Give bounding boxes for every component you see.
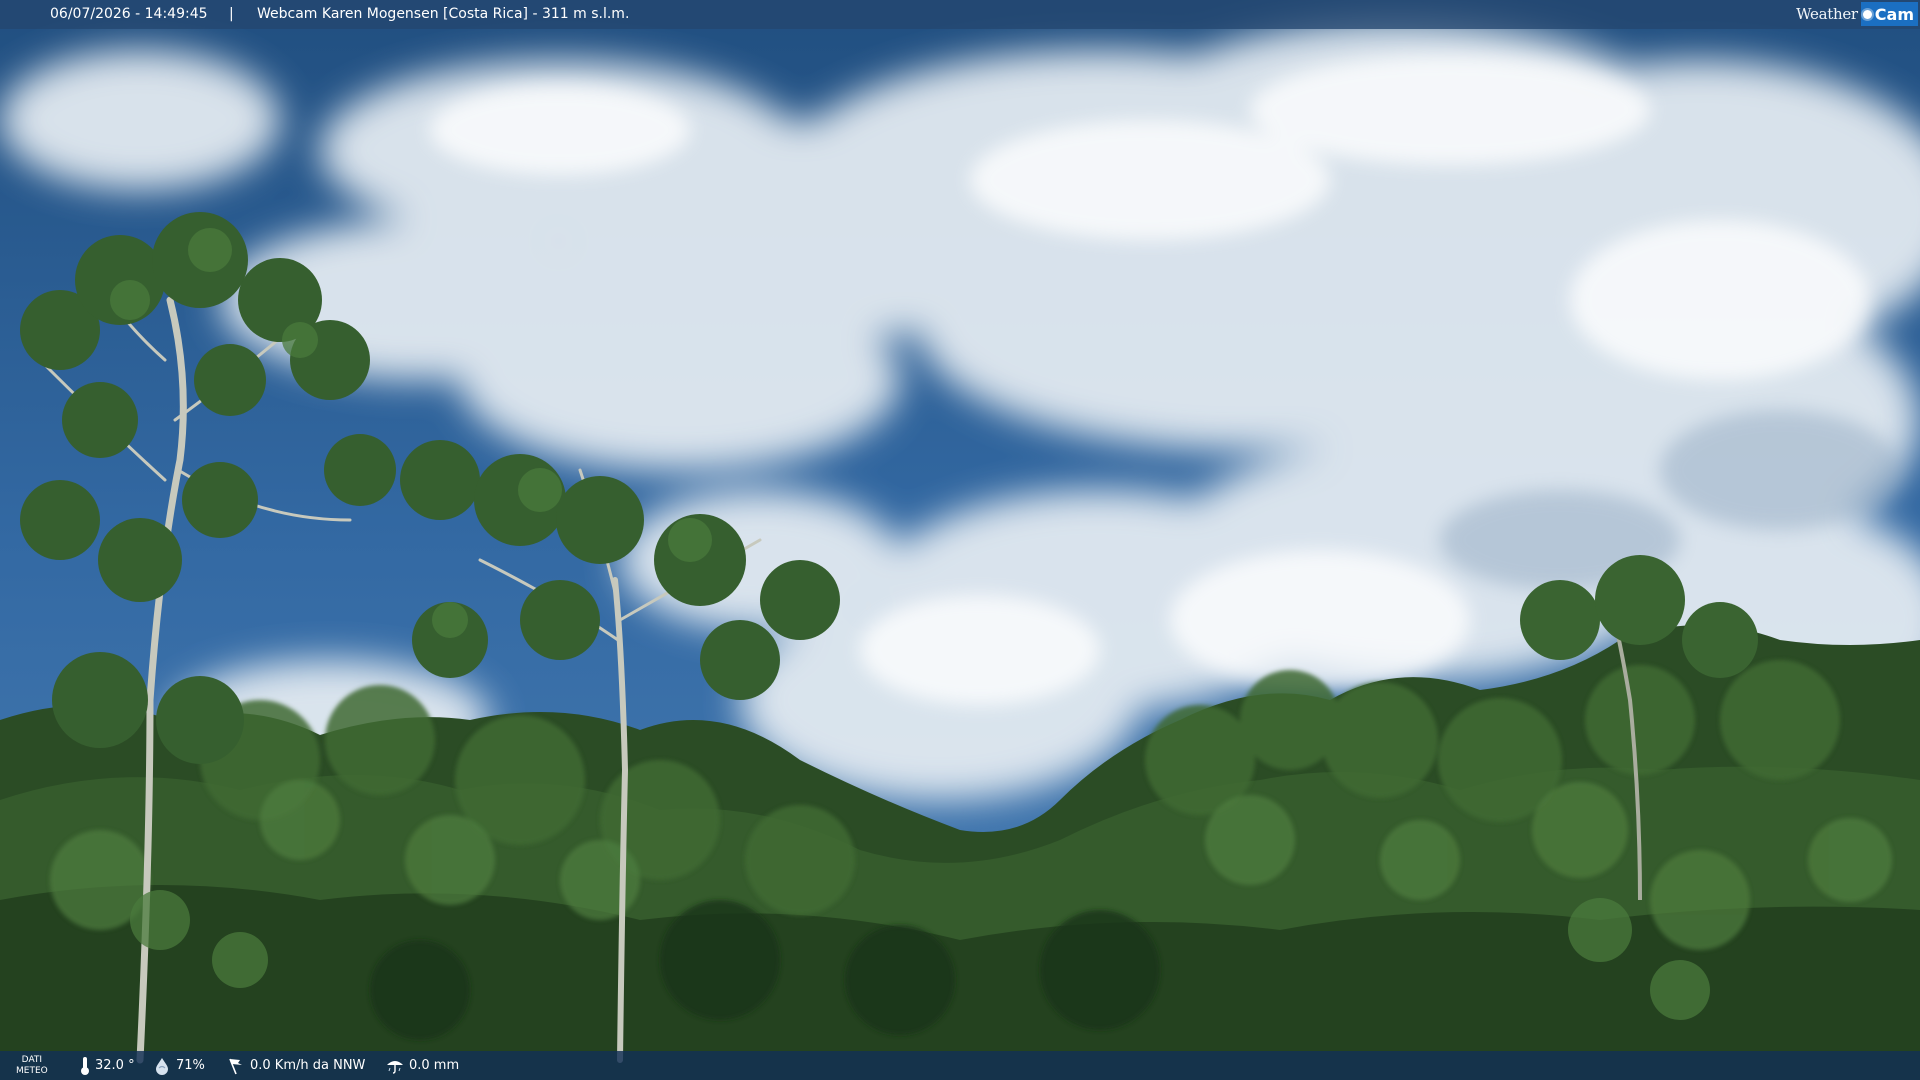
logo-cam-text: Cam — [1874, 4, 1914, 24]
humidity-drop-icon — [156, 1057, 168, 1075]
dati-label-line2: METEO — [16, 1065, 48, 1076]
webcam-viewport: 06/07/2026 - 14:49:45 | Webcam Karen Mog… — [0, 0, 1920, 1080]
rain-reading: 0.0 mm — [386, 1051, 459, 1080]
rain-umbrella-icon — [387, 1060, 403, 1074]
sun-icon — [1862, 9, 1872, 19]
thermometer-icon — [81, 1056, 89, 1075]
rain-value: 0.0 mm — [409, 1058, 460, 1073]
humidity-reading: 71% — [153, 1051, 205, 1080]
timestamp: 06/07/2026 - 14:49:45 — [50, 6, 208, 22]
webcam-image — [0, 0, 1920, 1080]
humidity-value: 71% — [176, 1058, 205, 1073]
wind-flag-icon — [229, 1058, 242, 1074]
dati-meteo-label: DATI METEO — [16, 1051, 48, 1080]
logo-cam-badge: Cam — [1860, 2, 1918, 26]
temperature-value: 32.0 ° — [95, 1058, 135, 1073]
wind-reading: 0.0 Km/h da NNW — [227, 1051, 365, 1080]
weathercam-logo[interactable]: Weather Cam — [1796, 2, 1918, 26]
temperature-reading: 32.0 ° — [80, 1051, 135, 1080]
dati-label-line1: DATI — [21, 1054, 43, 1065]
top-info-bar: 06/07/2026 - 14:49:45 | Webcam Karen Mog… — [0, 0, 1920, 29]
wind-value: 0.0 Km/h da NNW — [250, 1058, 366, 1073]
separator: | — [229, 6, 234, 22]
logo-weather-text: Weather — [1796, 4, 1858, 23]
weather-data-bar: DATI METEO 32.0 ° 71% 0.0 Km/h da NNW 0.… — [0, 1051, 1920, 1080]
camera-label: Webcam Karen Mogensen [Costa Rica] - 311… — [257, 6, 630, 22]
